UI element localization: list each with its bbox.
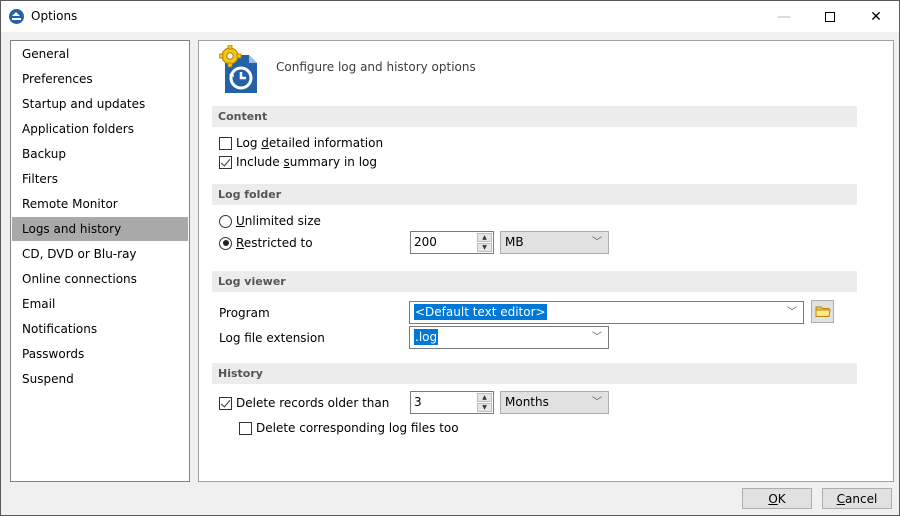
size-unit-value: MB — [505, 235, 524, 249]
sidebar-item-preferences[interactable]: Preferences — [12, 67, 188, 91]
spin-down-button[interactable]: ▼ — [477, 243, 492, 252]
radio-circle[interactable] — [219, 214, 232, 228]
sidebar-item-suspend[interactable]: Suspend — [12, 367, 188, 391]
spin-down-button[interactable]: ▼ — [477, 403, 492, 412]
maximize-icon — [825, 11, 835, 22]
sidebar-item-filters[interactable]: Filters — [12, 167, 188, 191]
log-history-settings-icon — [219, 45, 257, 93]
checkbox-label: Include summary in log — [236, 155, 377, 169]
checkbox-box[interactable] — [239, 421, 252, 435]
radio-label: Unlimited size — [236, 214, 321, 228]
checkbox-label: Delete corresponding log files too — [256, 421, 459, 435]
unlimited-size-radio[interactable]: Unlimited size — [219, 212, 321, 230]
sidebar-item-startup-and-updates[interactable]: Startup and updates — [12, 92, 188, 116]
chevron-down-icon: ﹀ — [592, 332, 602, 343]
include-summary-checkbox[interactable]: Include summary in log — [219, 153, 377, 171]
minimize-icon: — — [777, 8, 791, 25]
folder-icon — [815, 306, 831, 317]
sidebar-item-general[interactable]: General — [12, 42, 188, 66]
program-combobox[interactable]: <Default text editor> ﹀ — [409, 301, 804, 324]
chevron-down-icon: ﹀ — [592, 397, 602, 408]
age-unit-dropdown[interactable]: Months ﹀ — [500, 391, 609, 414]
sidebar-item-cd-dvd-bluray[interactable]: CD, DVD or Blu-ray — [12, 242, 188, 266]
cancel-label: Cancel — [836, 491, 878, 506]
log-size-value[interactable]: 200 — [414, 235, 437, 249]
chevron-down-icon: ﹀ — [787, 307, 797, 318]
close-button[interactable]: ✕ — [853, 1, 899, 32]
close-icon: ✕ — [870, 8, 882, 25]
window-title: Options — [31, 9, 78, 23]
log-file-extension-combobox[interactable]: .log ﹀ — [409, 326, 609, 349]
history-age-value[interactable]: 3 — [414, 395, 422, 409]
page-description: Configure log and history options — [276, 60, 476, 74]
log-file-extension-label: Log file extension — [219, 331, 325, 345]
sidebar-item-online-connections[interactable]: Online connections — [12, 267, 188, 291]
spin-up-button[interactable]: ▲ — [477, 393, 492, 402]
program-value[interactable]: <Default text editor> — [414, 304, 547, 320]
section-header-history: History — [212, 363, 857, 384]
title-bar: Options — ✕ — [1, 1, 899, 32]
sidebar-item-application-folders[interactable]: Application folders — [12, 117, 188, 141]
history-age-spinner[interactable]: 3 ▲ ▼ — [410, 391, 494, 414]
age-unit-value: Months — [505, 395, 549, 409]
section-header-log-folder: Log folder — [212, 184, 857, 205]
spinner-buttons: ▲ ▼ — [477, 393, 492, 412]
minimize-button[interactable]: — — [761, 1, 807, 32]
browse-program-button[interactable] — [811, 300, 834, 323]
sidebar-item-email[interactable]: Email — [12, 292, 188, 316]
options-window: Options — ✕ General Preferences Startup … — [0, 0, 900, 516]
section-header-content: Content — [212, 106, 857, 127]
checkbox-box[interactable] — [219, 155, 232, 169]
sidebar-item-remote-monitor[interactable]: Remote Monitor — [12, 192, 188, 216]
app-logo-icon — [9, 9, 24, 24]
options-category-list[interactable]: General Preferences Startup and updates … — [10, 40, 190, 482]
ok-button[interactable]: OK — [742, 488, 812, 509]
restricted-to-radio[interactable]: Restricted to — [219, 234, 313, 252]
delete-records-checkbox[interactable]: Delete records older than — [219, 394, 389, 412]
spin-up-button[interactable]: ▲ — [477, 233, 492, 242]
program-label: Program — [219, 306, 270, 320]
ok-label: OK — [768, 491, 786, 506]
maximize-button[interactable] — [807, 1, 853, 32]
sidebar-item-logs-and-history[interactable]: Logs and history — [12, 217, 188, 241]
radio-label: Restricted to — [236, 236, 313, 250]
checkbox-box[interactable] — [219, 136, 232, 150]
sidebar-item-backup[interactable]: Backup — [12, 142, 188, 166]
spinner-buttons: ▲ ▼ — [477, 233, 492, 252]
size-unit-dropdown[interactable]: MB ﹀ — [500, 231, 609, 254]
settings-panel: Configure log and history options Conten… — [198, 40, 894, 482]
delete-log-files-checkbox[interactable]: Delete corresponding log files too — [239, 419, 459, 437]
checkbox-label: Delete records older than — [236, 396, 390, 410]
log-size-spinner[interactable]: 200 ▲ ▼ — [410, 231, 494, 254]
chevron-down-icon: ﹀ — [592, 237, 602, 248]
radio-circle[interactable] — [219, 236, 232, 250]
sidebar-item-passwords[interactable]: Passwords — [12, 342, 188, 366]
checkbox-label: Log detailed information — [236, 136, 384, 150]
checkbox-box[interactable] — [219, 396, 232, 410]
log-detailed-information-checkbox[interactable]: Log detailed information — [219, 134, 383, 152]
cancel-button[interactable]: Cancel — [822, 488, 892, 509]
log-file-extension-value[interactable]: .log — [414, 329, 439, 345]
section-header-log-viewer: Log viewer — [212, 271, 857, 292]
sidebar-item-notifications[interactable]: Notifications — [12, 317, 188, 341]
